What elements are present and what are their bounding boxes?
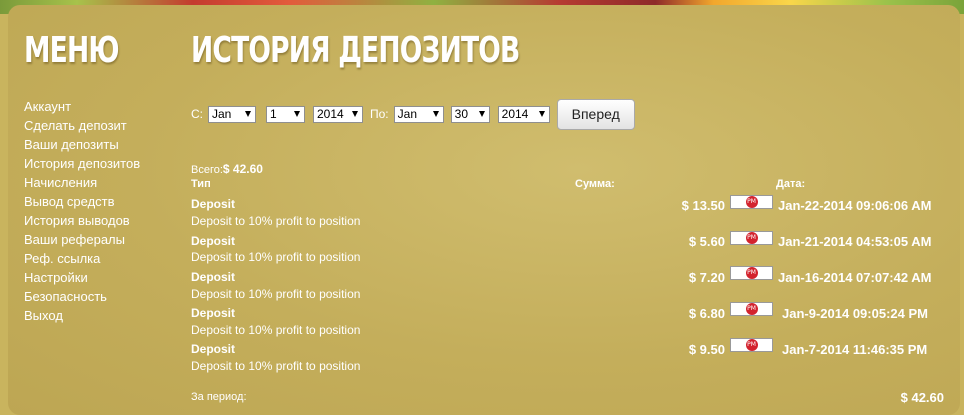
total-summary: Всего:$ 42.60 [191,162,263,176]
chevron-down-icon [538,110,545,117]
header-date: Дата: [776,178,806,190]
date-filter: С: Jan 1 2014 По: Jan 30 2014 Вперед [191,98,635,130]
row-amount: $ 6.80 [688,306,725,321]
row-date: Jan-16-2014 07:07:42 AM [778,270,932,285]
sidebar-item-referrals[interactable]: Ваши рефералы [24,230,140,249]
pm-badge: PM [745,339,758,351]
perfect-money-icon: PM [730,266,773,280]
sidebar-item-withdraw-history[interactable]: История выводов [24,211,140,230]
sidebar-item-account[interactable]: Аккаунт [24,97,140,116]
from-day-value: 1 [270,107,277,121]
from-day-select[interactable]: 1 [266,105,305,123]
from-year-select[interactable]: 2014 [313,105,363,123]
menu-title: МЕНЮ [24,30,120,71]
chevron-down-icon [245,110,251,117]
to-label: По: [370,107,389,121]
perfect-money-icon: PM [730,231,773,245]
row-type: Deposit [191,197,236,211]
sidebar-item-your-deposits[interactable]: Ваши депозиты [24,135,140,154]
sidebar-item-withdraw[interactable]: Вывод средств [24,192,140,211]
row-date: Jan-7-2014 11:46:35 PM [782,342,928,357]
row-date: Jan-9-2014 09:05:24 PM [782,306,928,321]
row-amount: $ 13.50 [681,198,725,213]
sidebar-item-security[interactable]: Безопасность [24,287,140,306]
to-year-select[interactable]: 2014 [497,105,550,123]
period-label: За период: [191,391,247,403]
to-day-value: 30 [454,107,468,121]
sidebar-item-ref-link[interactable]: Реф. ссылка [24,249,140,268]
row-amount: $ 7.20 [688,270,725,285]
row-description: Deposit to 10% profit to position [191,250,361,264]
sidebar-item-logout[interactable]: Выход [24,306,140,325]
row-type: Deposit [191,306,236,320]
perfect-money-icon: PM [730,195,773,209]
row-date: Jan-22-2014 09:06:06 AM [778,198,932,213]
to-month-value: Jan [397,107,417,121]
perfect-money-icon: PM [730,338,773,352]
from-month-select[interactable]: Jan [208,105,256,123]
pm-badge: PM [745,267,758,279]
total-label: Всего: [191,164,223,176]
row-type: Deposit [191,234,236,248]
sidebar-item-deposit-history[interactable]: История депозитов [24,154,140,173]
perfect-money-icon: PM [730,302,773,316]
row-description: Deposit to 10% profit to position [191,287,361,301]
total-value: $ 42.60 [222,162,263,176]
pm-badge: PM [745,232,758,244]
row-date: Jan-21-2014 04:53:05 AM [778,234,932,249]
page-title: ИСТОРИЯ ДЕПОЗИТОВ [191,30,520,71]
submit-button[interactable]: Вперед [556,98,635,130]
to-month-select[interactable]: Jan [393,105,444,123]
from-label: С: [191,107,203,121]
row-type: Deposit [191,270,236,284]
sidebar-menu: Аккаунт Сделать депозит Ваши депозиты Ис… [24,97,140,325]
to-day-select[interactable]: 30 [450,105,490,123]
row-description: Deposit to 10% profit to position [191,359,361,373]
from-year-value: 2014 [317,107,344,121]
row-description: Deposit to 10% profit to position [191,323,361,337]
chevron-down-icon [352,110,358,117]
sidebar-item-make-deposit[interactable]: Сделать депозит [24,116,140,135]
chevron-down-icon [478,110,485,117]
sidebar-item-earnings[interactable]: Начисления [24,173,140,192]
from-month-value: Jan [212,107,232,121]
period-total: $ 42.60 [900,390,944,405]
sidebar-item-settings[interactable]: Настройки [24,268,140,287]
chevron-down-icon [294,110,300,117]
to-year-value: 2014 [501,107,529,121]
chevron-down-icon [432,110,439,117]
pm-badge: PM [745,303,758,315]
row-type: Deposit [191,342,236,356]
pm-badge: PM [745,196,758,208]
row-amount: $ 9.50 [688,342,725,357]
row-amount: $ 5.60 [688,234,725,249]
row-description: Deposit to 10% profit to position [191,214,361,228]
header-amount: Сумма: [575,178,615,190]
header-type: Тип [191,178,211,190]
